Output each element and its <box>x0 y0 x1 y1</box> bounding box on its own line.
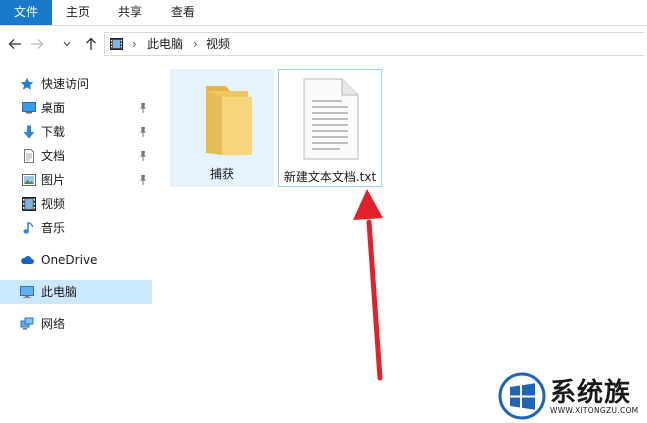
text-file-icon <box>303 78 359 160</box>
nav-label: 下载 <box>41 125 66 139</box>
cloud-icon <box>21 256 34 264</box>
breadcrumb-this-pc[interactable]: 此电脑 <box>147 33 183 55</box>
chevron-down-icon <box>63 41 71 47</box>
videos-icon <box>22 197 36 211</box>
nav-label: 文档 <box>41 149 66 163</box>
address-bar[interactable]: › 此电脑 › 视频 <box>104 32 644 56</box>
nav-label: 桌面 <box>41 101 66 115</box>
nav-label: 此电脑 <box>41 285 78 299</box>
music-icon <box>23 221 34 234</box>
nav-label: 图片 <box>41 173 66 187</box>
pin-icon[interactable] <box>138 150 148 162</box>
forward-arrow-icon <box>31 39 44 49</box>
nav-item-network[interactable]: 网络 <box>0 312 152 336</box>
breadcrumb-separator-icon[interactable]: › <box>193 33 198 55</box>
watermark-logo: 系统族 WWW.XITONGZU.COM <box>496 370 647 423</box>
back-arrow-icon <box>8 39 21 49</box>
nav-item-onedrive[interactable]: OneDrive <box>0 248 152 272</box>
nav-item-downloads[interactable]: 下载 <box>0 120 152 144</box>
back-button[interactable] <box>6 34 24 54</box>
pictures-icon <box>22 174 36 186</box>
nav-label: 网络 <box>41 317 66 331</box>
tab-view[interactable]: 查看 <box>160 0 206 25</box>
recent-locations-button[interactable] <box>60 34 74 54</box>
up-arrow-icon <box>86 37 96 50</box>
nav-item-pictures[interactable]: 图片 <box>0 168 152 192</box>
nav-item-documents[interactable]: 文档 <box>0 144 152 168</box>
nav-label: 音乐 <box>41 221 66 235</box>
nav-item-videos[interactable]: 视频 <box>0 192 152 216</box>
nav-item-desktop[interactable]: 桌面 <box>0 96 152 120</box>
download-icon <box>23 125 35 139</box>
breadcrumb-separator-icon[interactable]: › <box>132 33 137 55</box>
item-name: 新建文本文档.txt <box>283 170 377 184</box>
tab-share[interactable]: 共享 <box>108 0 152 25</box>
windows-logo-icon <box>498 372 546 420</box>
videos-icon <box>110 38 123 50</box>
nav-label: OneDrive <box>41 253 98 267</box>
folder-icon <box>206 86 252 155</box>
nav-item-this-pc[interactable]: 此电脑 <box>0 280 152 304</box>
file-item[interactable]: 新建文本文档.txt <box>278 69 382 187</box>
navigation-pane: 快速访问 桌面 下载 文档 图片 视频 音乐 OneDrive 此电脑 网络 <box>0 64 156 423</box>
pin-icon[interactable] <box>138 126 148 138</box>
pin-icon[interactable] <box>138 102 148 114</box>
documents-icon <box>24 149 34 163</box>
watermark-brand: 系统族 <box>550 378 632 408</box>
ribbon-tabs: 文件 主页 共享 查看 <box>0 0 647 26</box>
nav-label: 快速访问 <box>41 77 90 91</box>
breadcrumb-videos[interactable]: 视频 <box>206 33 230 55</box>
nav-item-quick-access[interactable]: 快速访问 <box>0 72 152 96</box>
forward-button[interactable] <box>28 34 46 54</box>
nav-item-music[interactable]: 音乐 <box>0 216 152 240</box>
nav-label: 视频 <box>41 197 66 211</box>
address-row: › 此电脑 › 视频 <box>0 26 647 62</box>
pin-icon[interactable] <box>138 174 148 186</box>
folder-item[interactable]: 捕获 <box>170 69 274 187</box>
tab-home[interactable]: 主页 <box>56 0 100 25</box>
star-icon <box>20 77 34 90</box>
item-name: 捕获 <box>209 167 234 181</box>
desktop-icon <box>22 102 36 114</box>
tab-file[interactable]: 文件 <box>0 0 52 25</box>
network-icon <box>20 317 34 330</box>
computer-icon <box>20 286 34 299</box>
up-button[interactable] <box>82 34 100 54</box>
watermark-site: WWW.XITONGZU.COM <box>550 406 639 415</box>
